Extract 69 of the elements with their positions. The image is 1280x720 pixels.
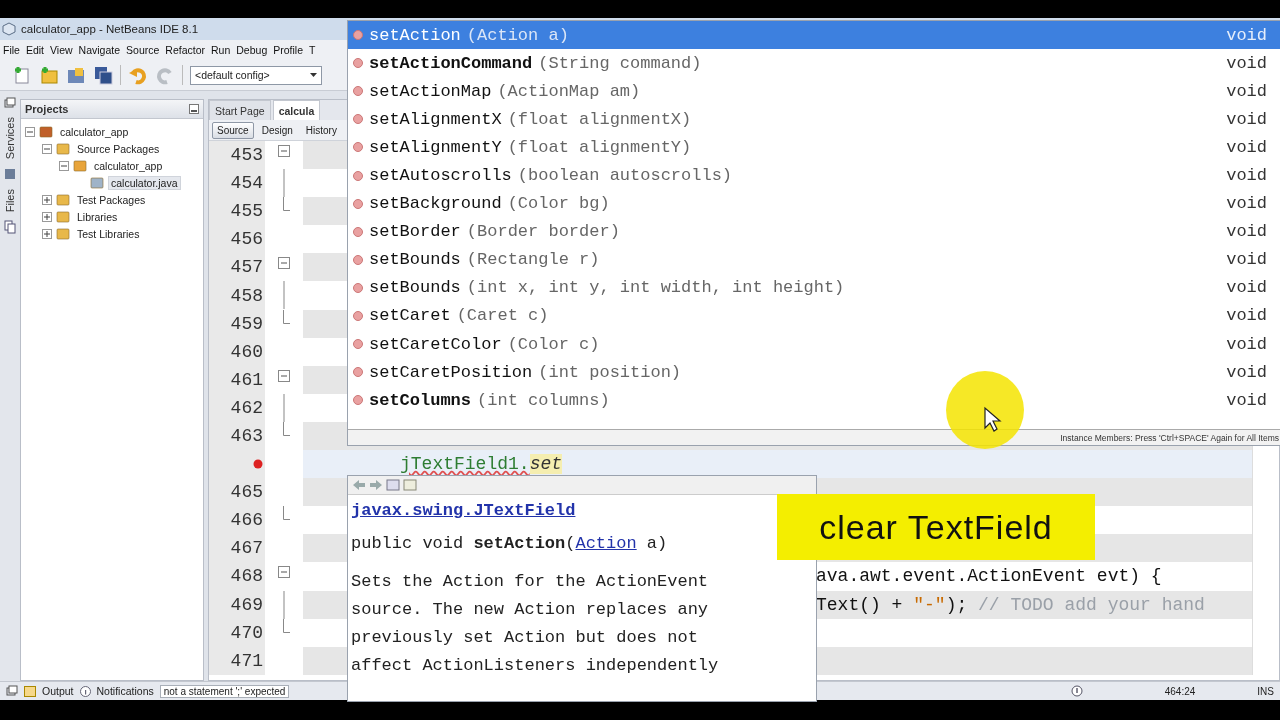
- completion-item[interactable]: setBorder (Border border) void: [348, 217, 1280, 246]
- line-number: 458: [230, 285, 263, 306]
- completion-item[interactable]: setAutoscrolls (boolean autoscrolls) void: [348, 161, 1280, 190]
- completion-item[interactable]: setAlignmentX (float alignmentX) void: [348, 105, 1280, 134]
- completion-item[interactable]: setAction (Action a) void: [348, 21, 1280, 50]
- line-number: 462: [230, 397, 263, 418]
- line-number: 467: [230, 538, 263, 559]
- line-number: 470: [230, 622, 263, 643]
- line-number: 460: [230, 341, 263, 362]
- method-signature: public void setAction(Action a): [351, 533, 668, 555]
- view-tab[interactable]: Design: [256, 121, 298, 139]
- completion-item[interactable]: setBackground (Color bg) void: [348, 189, 1280, 218]
- tree-item[interactable]: Source Packages: [74, 141, 163, 156]
- menu-item[interactable]: View: [50, 44, 73, 56]
- tree-item[interactable]: Test Libraries: [74, 226, 143, 241]
- completion-item[interactable]: setAlignmentY (float alignmentY) void: [348, 133, 1280, 162]
- line-number: 469: [230, 594, 263, 615]
- completion-item[interactable]: setActionMap (ActionMap am) void: [348, 77, 1280, 106]
- line-number: 461: [230, 369, 263, 390]
- line-number: 453: [230, 145, 263, 166]
- panel-title: Projects: [25, 103, 69, 115]
- menu-item[interactable]: Run: [211, 44, 231, 56]
- view-tab[interactable]: Source: [212, 121, 254, 139]
- config-dropdown[interactable]: <default config>: [190, 65, 322, 85]
- caret-position: 464:24: [1164, 685, 1196, 697]
- line-number: 456: [230, 229, 263, 250]
- line-number: 457: [230, 257, 263, 278]
- tree-item[interactable]: calculator_app: [57, 124, 132, 139]
- line-number: 459: [230, 313, 263, 334]
- editor-tab[interactable]: calcula: [272, 100, 321, 120]
- insert-mode: INS: [1257, 685, 1274, 697]
- completion-item[interactable]: setBounds (int x, int y, int width, int height) void: [348, 273, 1280, 302]
- menu-item[interactable]: T: [309, 44, 316, 56]
- line-number: 454: [230, 173, 263, 194]
- menu-item[interactable]: Debug: [236, 44, 268, 56]
- status-message: not a statement ';' expected: [159, 684, 290, 698]
- tree-item[interactable]: Libraries: [74, 209, 121, 224]
- completion-item[interactable]: setCaretPosition (int position) void: [348, 358, 1280, 387]
- window-title: calculator_app - NetBeans IDE 8.1: [21, 23, 199, 35]
- editor-tab[interactable]: Start Page: [209, 100, 271, 120]
- menu-item[interactable]: Edit: [25, 44, 44, 56]
- output-tab[interactable]: Output: [42, 685, 74, 697]
- type-link[interactable]: Action: [575, 534, 637, 553]
- completion-item[interactable]: setColumns (int columns) void: [348, 386, 1280, 415]
- line-number: 465: [230, 482, 263, 503]
- menu-item[interactable]: Navigate: [78, 44, 121, 56]
- completion-item[interactable]: setCaretColor (Color c) void: [348, 330, 1280, 359]
- tree-item[interactable]: calculator_app: [91, 158, 166, 173]
- completion-item[interactable]: setBounds (Rectangle r) void: [348, 245, 1280, 274]
- tree-item[interactable]: Test Packages: [74, 192, 149, 207]
- completion-item[interactable]: setCaret (Caret c) void: [348, 301, 1280, 331]
- tree-item[interactable]: calculator.java: [108, 175, 181, 190]
- notifications-tab[interactable]: Notifications: [96, 685, 154, 697]
- line-number: 468: [230, 566, 263, 587]
- completion-item[interactable]: setActionCommand (String command) void: [348, 49, 1280, 78]
- side-tab[interactable]: Services: [3, 117, 17, 160]
- line-number: 463: [230, 426, 263, 446]
- line-number: 471: [230, 650, 263, 671]
- menu-item[interactable]: Profile: [273, 44, 303, 56]
- video-caption: clear TextField: [777, 494, 1095, 560]
- menu-item[interactable]: File: [3, 44, 20, 56]
- menu-item[interactable]: Refactor: [165, 44, 205, 56]
- side-tab[interactable]: Files: [3, 189, 17, 213]
- menu-item[interactable]: Source: [126, 44, 160, 56]
- view-tab[interactable]: History: [300, 121, 342, 139]
- line-number: 455: [230, 201, 263, 222]
- completion-hint: Instance Members: Press 'Ctrl+SPACE' Again for All Items: [1060, 432, 1279, 443]
- line-number: 466: [230, 510, 263, 531]
- class-link[interactable]: javax.swing.JTextField: [351, 501, 576, 520]
